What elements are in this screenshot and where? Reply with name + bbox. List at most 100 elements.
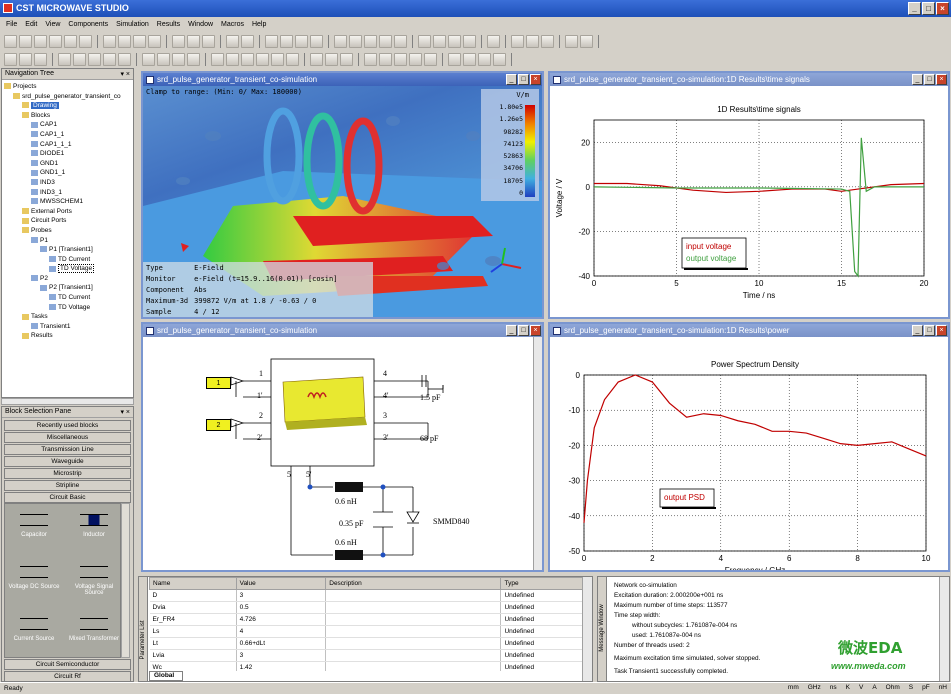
- status-unit[interactable]: Ohm: [886, 684, 900, 691]
- block-item[interactable]: Inductor: [65, 508, 123, 556]
- toolbar-button[interactable]: [148, 34, 161, 48]
- block-category-button[interactable]: Stripline: [4, 480, 131, 491]
- toolbar-button[interactable]: [463, 52, 476, 66]
- close-button[interactable]: ×: [936, 325, 947, 336]
- table-cell[interactable]: Lvia: [149, 649, 237, 662]
- menu-edit[interactable]: Edit: [25, 21, 37, 28]
- block-scrollbar[interactable]: [121, 503, 130, 658]
- maximize-button[interactable]: □: [924, 74, 935, 85]
- block-category-button[interactable]: Waveguide: [4, 456, 131, 467]
- toolbar-button[interactable]: [433, 34, 446, 48]
- minimize-button[interactable]: _: [912, 325, 923, 336]
- maximize-button[interactable]: □: [924, 325, 935, 336]
- status-unit[interactable]: nH: [939, 684, 947, 691]
- toolbar-button[interactable]: [73, 52, 86, 66]
- close-button[interactable]: ×: [936, 74, 947, 85]
- tree-item[interactable]: Results: [4, 331, 133, 341]
- field-view[interactable]: Clamp to range: (Min: 0/ Max: 180000) V/…: [143, 86, 542, 317]
- table-cell[interactable]: Undefined: [500, 589, 583, 602]
- table-row[interactable]: D 3 Undefined: [149, 589, 583, 602]
- column-header[interactable]: Value: [235, 577, 327, 590]
- message-window-sidetab[interactable]: Message Window: [598, 577, 607, 681]
- table-row[interactable]: Ls 4 Undefined: [149, 625, 583, 638]
- toolbar-button[interactable]: [340, 52, 353, 66]
- maximize-button[interactable]: □: [922, 2, 935, 15]
- tree-item[interactable]: TD Voltage: [4, 303, 133, 313]
- tree-item[interactable]: Projects: [4, 82, 133, 92]
- toolbar-button[interactable]: [88, 52, 101, 66]
- window-psd[interactable]: srd_pulse_generator_transient_co-simulat…: [548, 322, 950, 572]
- table-cell[interactable]: [325, 589, 502, 602]
- table-row[interactable]: Lt 0.66+dLt Undefined: [149, 637, 583, 650]
- tree-item[interactable]: Circuit Ports: [4, 216, 133, 226]
- block-category-button[interactable]: Circuit Rf: [4, 671, 131, 682]
- menu-results[interactable]: Results: [157, 21, 180, 28]
- minimize-button[interactable]: _: [506, 74, 517, 85]
- table-cell[interactable]: Er_FR4: [149, 613, 237, 626]
- minimize-button[interactable]: _: [912, 74, 923, 85]
- toolbar-button[interactable]: [487, 34, 500, 48]
- toolbar-button[interactable]: [172, 52, 185, 66]
- status-unit[interactable]: GHz: [808, 684, 821, 691]
- toolbar-button[interactable]: [157, 52, 170, 66]
- status-unit[interactable]: pF: [922, 684, 930, 691]
- toolbar-button[interactable]: [379, 34, 392, 48]
- window-schematic-titlebar[interactable]: srd_pulse_generator_transient_co-simulat…: [143, 324, 542, 337]
- tree-item[interactable]: Probes: [4, 226, 133, 236]
- toolbar-button[interactable]: [418, 34, 431, 48]
- menu-file[interactable]: File: [6, 21, 17, 28]
- toolbar-button[interactable]: [256, 52, 269, 66]
- status-unit[interactable]: mm: [788, 684, 799, 691]
- toolbar-button[interactable]: [34, 34, 47, 48]
- tree-item[interactable]: Tasks: [4, 312, 133, 322]
- port-1[interactable]: 1: [206, 377, 231, 389]
- toolbar-button[interactable]: [172, 34, 185, 48]
- tree-item[interactable]: P2 [Transient1]: [4, 283, 133, 293]
- status-unit[interactable]: A: [872, 684, 876, 691]
- block-category-button[interactable]: Circuit Basic: [4, 492, 131, 503]
- block-item[interactable]: Capacitor: [5, 508, 63, 556]
- schematic-canvas[interactable]: 1 2 1 1' 2 2' 4 4' 3 3' 5 5' 1.5 pF 68 pF 0.6 nH 0.35…: [143, 337, 542, 570]
- tree-item[interactable]: CAP1_1_1: [4, 140, 133, 150]
- menu-window[interactable]: Window: [188, 21, 213, 28]
- table-cell[interactable]: Dvia: [149, 601, 237, 614]
- toolbar-button[interactable]: [526, 34, 539, 48]
- toolbar-button[interactable]: [280, 34, 293, 48]
- block-category-button[interactable]: Miscellaneous: [4, 432, 131, 443]
- parameter-list-sidetab[interactable]: Parameter List: [139, 577, 148, 681]
- table-row[interactable]: Wc 1.42 Undefined: [149, 661, 583, 671]
- toolbar-button[interactable]: [202, 34, 215, 48]
- toolbar-button[interactable]: [394, 52, 407, 66]
- toolbar-button[interactable]: [478, 52, 491, 66]
- table-cell[interactable]: 4: [236, 625, 327, 638]
- table-cell[interactable]: 4.726: [236, 613, 327, 626]
- toolbar-button[interactable]: [424, 52, 437, 66]
- table-cell[interactable]: 1.42: [236, 661, 327, 671]
- block-item[interactable]: Voltage DC Source: [5, 560, 63, 608]
- tree-item[interactable]: P2: [4, 274, 133, 284]
- toolbar-button[interactable]: [4, 34, 17, 48]
- toolbar-button[interactable]: [493, 52, 506, 66]
- tree-item[interactable]: DIODE1: [4, 149, 133, 159]
- block-category-button[interactable]: Transmission Line: [4, 444, 131, 455]
- toolbar-button[interactable]: [187, 52, 200, 66]
- toolbar-button[interactable]: [295, 34, 308, 48]
- toolbar-button[interactable]: [334, 34, 347, 48]
- maximize-button[interactable]: □: [518, 325, 529, 336]
- parameter-list-vscrollbar[interactable]: [582, 577, 592, 681]
- toolbar-button[interactable]: [79, 34, 92, 48]
- toolbar-button[interactable]: [4, 52, 17, 66]
- block-item[interactable]: Current Source: [5, 612, 63, 660]
- block-item[interactable]: Voltage Signal Source: [65, 560, 123, 608]
- toolbar-button[interactable]: [187, 34, 200, 48]
- toolbar-button[interactable]: [241, 52, 254, 66]
- toolbar-button[interactable]: [265, 34, 278, 48]
- tree-item[interactable]: P1: [4, 236, 133, 246]
- toolbar-button[interactable]: [103, 52, 116, 66]
- table-cell[interactable]: Undefined: [500, 625, 583, 638]
- toolbar-button[interactable]: [364, 52, 377, 66]
- toolbar-button[interactable]: [379, 52, 392, 66]
- status-unit[interactable]: V: [859, 684, 863, 691]
- toolbar-button[interactable]: [310, 52, 323, 66]
- table-cell[interactable]: Undefined: [500, 661, 583, 671]
